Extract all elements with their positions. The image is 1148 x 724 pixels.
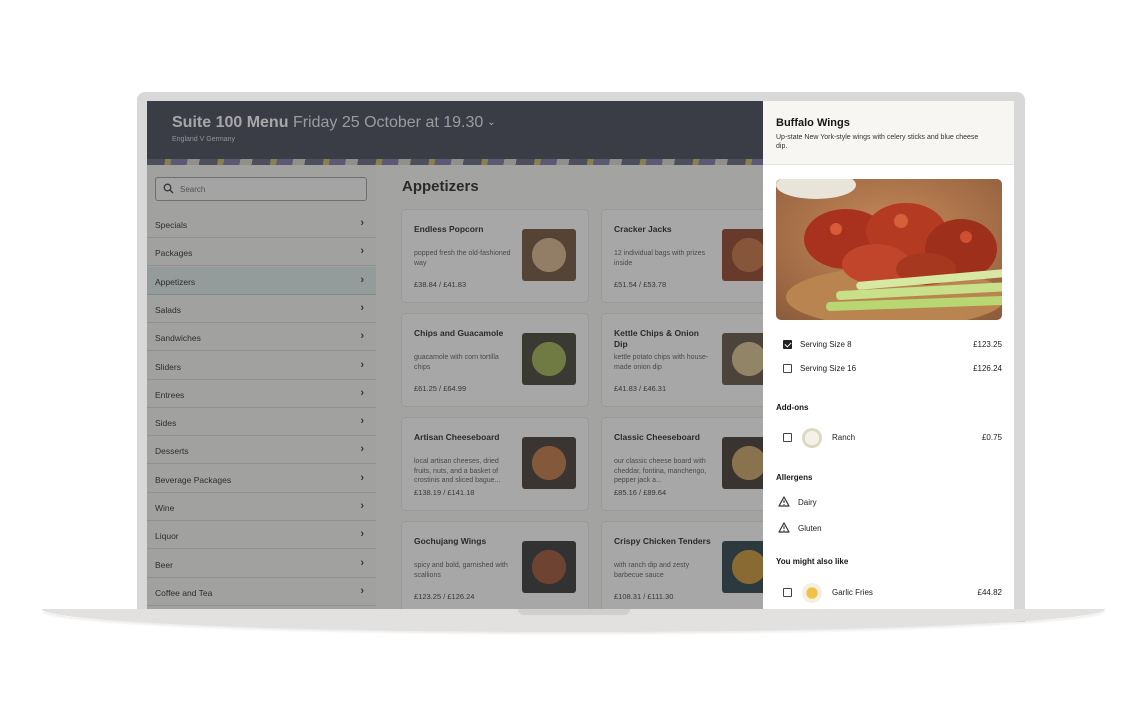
allergen-item: Gluten [776,522,976,536]
option-price: £123.25 [973,340,1002,349]
addon-option[interactable]: Ranch £0.75 [776,428,1002,448]
allergen-label: Gluten [798,524,822,533]
warning-icon [778,496,790,507]
allergen-label: Dairy [798,498,817,507]
item-detail-panel: Buffalo Wings Up-state New York-style wi… [763,101,1014,609]
option-price: £126.24 [973,364,1002,373]
recommendation-option[interactable]: Garlic Fries £44.82 [776,583,1002,603]
garlic-fries-thumbnail [802,583,822,603]
laptop-mockup: Suite 100 Menu Friday 25 October at 19.3… [0,0,1148,724]
menu-app: Suite 100 Menu Friday 25 October at 19.3… [147,101,788,609]
allergen-item: Dairy [776,496,976,510]
item-description: Up-state New York-style wings with celer… [776,134,979,150]
also-like-heading: You might also like [776,557,849,566]
option-label: Garlic Fries [832,588,873,597]
serving-size-option[interactable]: Serving Size 16 £126.24 [776,363,1002,377]
allergens-heading: Allergens [776,473,813,482]
serving-size-option[interactable]: Serving Size 8 £123.25 [776,339,1002,353]
checkbox[interactable] [783,588,792,597]
option-price: £44.82 [977,588,1002,597]
checkbox[interactable] [783,340,792,349]
modal-overlay[interactable] [147,101,763,609]
ranch-thumbnail [802,428,822,448]
option-label: Ranch [832,433,856,442]
item-photo [776,179,1002,320]
panel-header: Buffalo Wings Up-state New York-style wi… [763,101,1014,165]
checkbox[interactable] [783,364,792,373]
option-label: Serving Size 8 [800,340,852,349]
addons-heading: Add-ons [776,403,809,412]
app-screen: Suite 100 Menu Friday 25 October at 19.3… [147,101,1014,609]
warning-icon [778,522,790,533]
checkbox[interactable] [783,433,792,442]
laptop-notch [518,609,630,615]
option-price: £0.75 [981,433,1002,442]
option-label: Serving Size 16 [800,364,857,373]
item-title: Buffalo Wings [776,117,850,129]
